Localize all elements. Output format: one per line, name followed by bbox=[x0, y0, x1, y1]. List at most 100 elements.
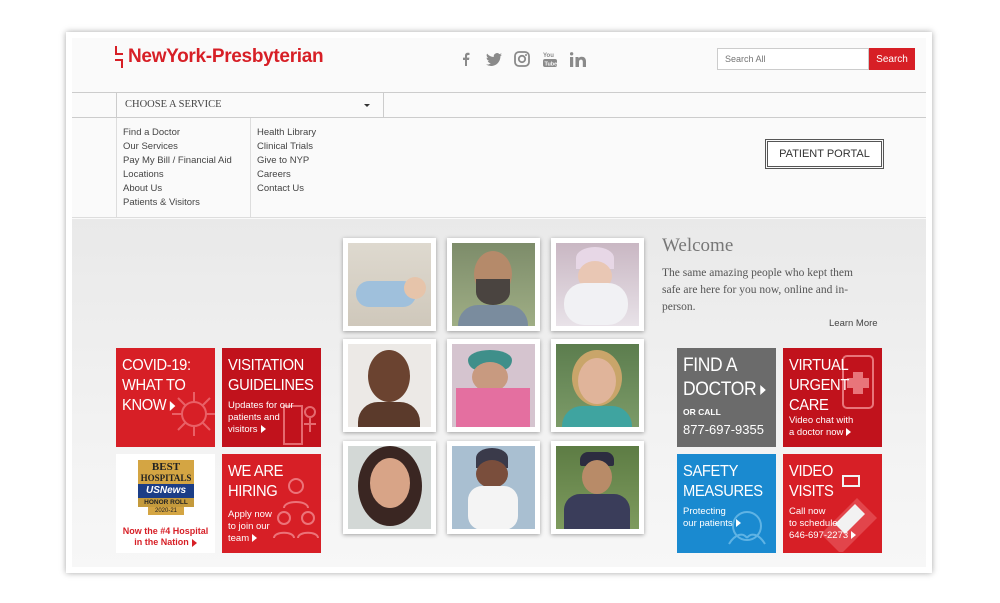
baby-photo bbox=[348, 243, 431, 326]
covid-title-line2: WHAT TO bbox=[122, 377, 186, 394]
logo-mark-icon bbox=[115, 46, 125, 68]
video-line2: VISITS bbox=[789, 483, 834, 500]
visitation-title-line2: GUIDELINES bbox=[228, 377, 314, 394]
safety-line2: MEASURES bbox=[683, 483, 763, 500]
woman-photo bbox=[348, 344, 431, 427]
site-header: NewYork-Presbyterian You Tube Search bbox=[72, 38, 926, 92]
logo-text: NewYork-Presbyterian bbox=[128, 46, 324, 67]
page: NewYork-Presbyterian YouTube Search CHO bbox=[72, 38, 926, 567]
service-bar: CHOOSE A SERVICE bbox=[72, 92, 926, 118]
photo-tile bbox=[551, 339, 644, 432]
nav-menu-primary: Find a Doctor Our Services Pay My Bill /… bbox=[123, 126, 232, 210]
hiring-title-line1: WE ARE bbox=[228, 463, 284, 480]
welcome-title: Welcome bbox=[662, 235, 734, 256]
welcome-text: The same amazing people who kept them sa… bbox=[662, 267, 853, 313]
virtual-sub2: a doctor now bbox=[789, 427, 853, 439]
arrow-right-icon bbox=[191, 538, 197, 547]
hiring-tile[interactable]: WE ARE HIRING Apply now to join our team bbox=[222, 454, 321, 553]
smiling-woman-photo bbox=[348, 446, 431, 529]
nav-link[interactable]: Contact Us bbox=[257, 182, 316, 196]
video-sub1: Call now bbox=[789, 506, 826, 517]
visitation-sub3: visitors bbox=[228, 424, 293, 436]
photo-tile bbox=[343, 441, 436, 534]
photo-tile bbox=[551, 238, 644, 331]
nav-link[interactable]: Locations bbox=[123, 168, 232, 182]
service-select-label: CHOOSE A SERVICE bbox=[125, 99, 222, 110]
covid-title-line3: KNOW bbox=[122, 396, 191, 416]
nav-menus: Find a Doctor Our Services Pay My Bill /… bbox=[72, 118, 926, 218]
patient-portal-button[interactable]: PATIENT PORTAL bbox=[765, 139, 884, 169]
video-sub3[interactable]: 646-697-2273 bbox=[789, 530, 857, 542]
twitter-icon[interactable] bbox=[485, 50, 503, 68]
service-select[interactable]: CHOOSE A SERVICE bbox=[116, 93, 384, 117]
best-hospitals-tile[interactable]: BEST HOSPITALS USNews HONOR ROLL 2020-21 … bbox=[116, 454, 215, 553]
nav-link[interactable]: Pay My Bill / Financial Aid bbox=[123, 154, 232, 168]
arrow-right-icon bbox=[846, 428, 852, 437]
covid-title-line1: COVID-19: bbox=[122, 357, 191, 374]
visitation-sub2: patients and bbox=[228, 412, 280, 423]
newborn-photo bbox=[556, 243, 639, 326]
menu-divider bbox=[250, 118, 251, 218]
photo-tile bbox=[447, 238, 540, 331]
linkedin-icon[interactable] bbox=[569, 50, 587, 68]
nav-menu-secondary: Health Library Clinical Trials Give to N… bbox=[257, 126, 316, 196]
photo-tile bbox=[447, 339, 540, 432]
main-content: COVID-19: WHAT TO KNOW VISITATION GUIDEL… bbox=[72, 219, 926, 567]
arrow-right-icon bbox=[260, 425, 266, 434]
nav-link[interactable]: Careers bbox=[257, 168, 316, 182]
nav-link[interactable]: Clinical Trials bbox=[257, 140, 316, 154]
nav-link[interactable]: Health Library bbox=[257, 126, 316, 140]
best-caption-line1: Now the #4 Hospital bbox=[122, 526, 209, 536]
virtual-line3: CARE bbox=[789, 397, 829, 414]
arrow-right-icon bbox=[735, 519, 741, 528]
arrow-right-icon bbox=[851, 531, 857, 540]
social-links: You Tube bbox=[457, 50, 587, 68]
nav-link[interactable]: Give to NYP bbox=[257, 154, 316, 168]
chevron-down-icon bbox=[364, 104, 370, 107]
visitation-tile[interactable]: VISITATION GUIDELINES Updates for our pa… bbox=[222, 348, 321, 447]
arrow-right-icon bbox=[170, 400, 176, 411]
nav-link[interactable]: Our Services bbox=[123, 140, 232, 154]
search-input[interactable] bbox=[717, 48, 869, 70]
covid-tile[interactable]: COVID-19: WHAT TO KNOW bbox=[116, 348, 215, 447]
youtube-icon[interactable]: You Tube bbox=[541, 50, 559, 68]
find-doctor-tile[interactable]: FIND A DOCTOR OR CALL 877-697-9355 bbox=[677, 348, 776, 447]
baby-floral-photo bbox=[452, 344, 535, 427]
nav-link[interactable]: Find a Doctor bbox=[123, 126, 232, 140]
logo[interactable]: NewYork-Presbyterian bbox=[115, 46, 324, 68]
menu-divider bbox=[116, 118, 117, 218]
visitation-sub1: Updates for our bbox=[228, 400, 294, 411]
find-doctor-line1: FIND A bbox=[683, 355, 738, 376]
video-line1: VIDEO bbox=[789, 463, 833, 480]
safety-sub1: Protecting bbox=[683, 506, 726, 517]
best-caption-line2: in the Nation bbox=[116, 537, 215, 548]
photo-tile bbox=[343, 238, 436, 331]
virtual-urgent-care-tile[interactable]: VIRTUAL URGENT CARE Video chat with a do… bbox=[783, 348, 882, 447]
arrow-right-icon bbox=[759, 384, 766, 395]
hiring-title-line2: HIRING bbox=[228, 483, 278, 500]
find-doctor-line2: DOCTOR bbox=[683, 378, 766, 402]
video-sub2: to schedule: bbox=[789, 518, 841, 529]
facebook-icon[interactable] bbox=[457, 50, 475, 68]
nicu-baby-photo bbox=[452, 446, 535, 529]
nav-link[interactable]: About Us bbox=[123, 182, 232, 196]
arrow-right-icon bbox=[252, 534, 258, 543]
svg-text:You: You bbox=[543, 53, 554, 59]
learn-more-link[interactable]: Learn More bbox=[829, 318, 878, 329]
hiring-sub3: team bbox=[228, 533, 272, 545]
virtual-sub1: Video chat with bbox=[789, 415, 854, 426]
find-doctor-or: OR CALL bbox=[683, 407, 721, 417]
virtual-line2: URGENT bbox=[789, 377, 849, 394]
older-man-photo bbox=[556, 446, 639, 529]
instagram-icon[interactable] bbox=[513, 50, 531, 68]
search-button[interactable]: Search bbox=[869, 48, 915, 70]
photo-tile bbox=[551, 441, 644, 534]
photo-tile bbox=[447, 441, 540, 534]
best-hospitals-badge: BEST HOSPITALS USNews HONOR ROLL 2020-21 bbox=[138, 460, 194, 520]
nav-link[interactable]: Patients & Visitors bbox=[123, 196, 232, 210]
find-doctor-phone[interactable]: 877-697-9355 bbox=[683, 422, 764, 437]
virtual-line1: VIRTUAL bbox=[789, 357, 849, 374]
video-visits-tile[interactable]: VIDEO VISITS Call now to schedule: 646-6… bbox=[783, 454, 882, 553]
svg-text:Tube: Tube bbox=[545, 62, 558, 68]
safety-measures-tile[interactable]: SAFETY MEASURES Protecting our patients bbox=[677, 454, 776, 553]
